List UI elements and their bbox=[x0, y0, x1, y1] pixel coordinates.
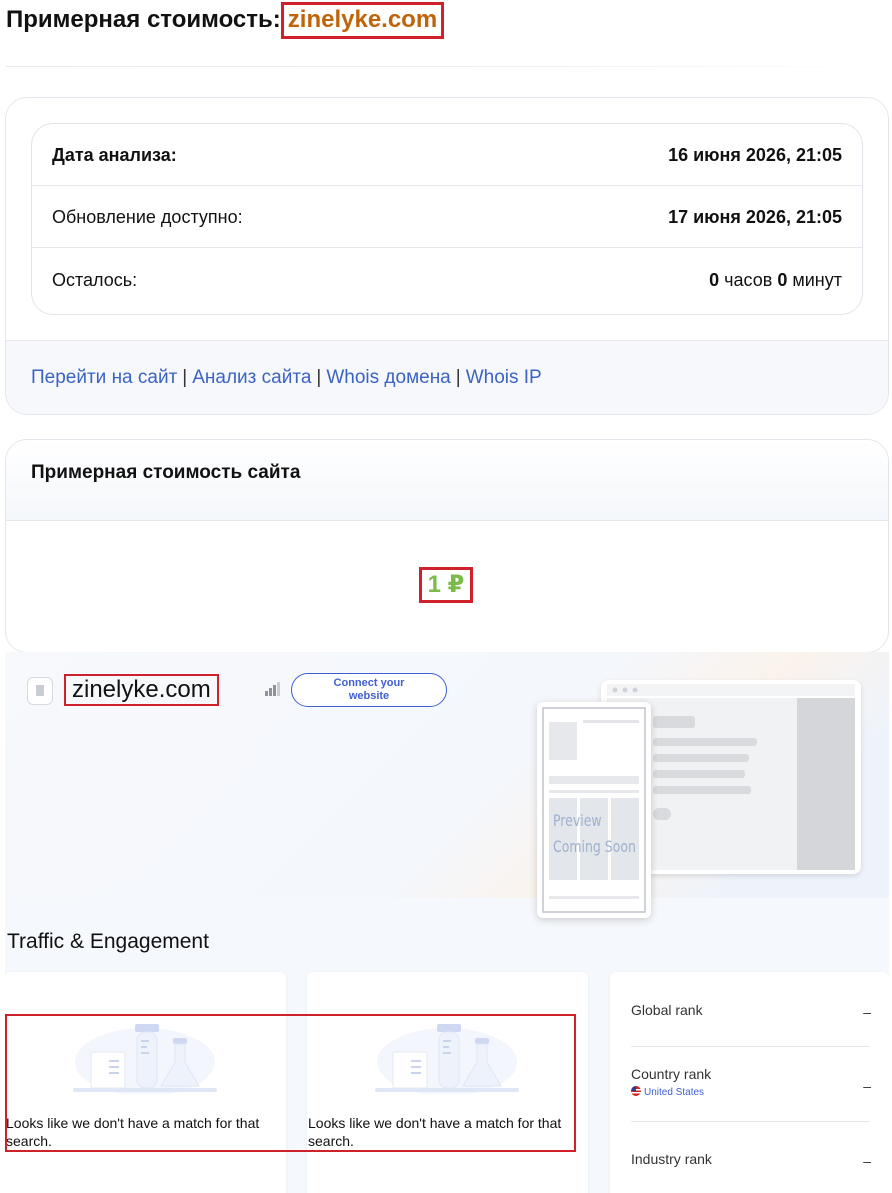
update-available-label: Обновление доступно: bbox=[52, 207, 243, 227]
favicon-icon bbox=[27, 677, 53, 705]
remaining-minutes: 0 bbox=[777, 270, 788, 290]
industry-rank-value: – bbox=[863, 1153, 871, 1169]
whois-ip-link[interactable]: Whois IP bbox=[466, 367, 542, 388]
preview-line1: Preview bbox=[553, 811, 602, 830]
update-available-row: Обновление доступно: 17 июня 2026, 21:05 bbox=[32, 186, 862, 248]
country-rank-label: Country rank bbox=[631, 1066, 712, 1082]
analysis-date-row: Дата анализа: 16 июня 2026, 21:05 bbox=[32, 124, 862, 186]
country-selector[interactable]: United States bbox=[631, 1086, 704, 1098]
rank-divider bbox=[631, 1046, 869, 1047]
page-title: Примерная стоимость: zinelyke.com bbox=[6, 2, 445, 39]
whois-domain-link[interactable]: Whois домена bbox=[326, 367, 450, 388]
preview-coming-soon-text: Preview Coming Soon bbox=[553, 808, 636, 860]
global-rank-label: Global rank bbox=[631, 1002, 703, 1018]
connect-website-button[interactable]: Connect your website bbox=[291, 673, 447, 707]
widget-site-name: zinelyke.com bbox=[64, 674, 219, 706]
site-analysis-link[interactable]: Анализ сайта bbox=[192, 367, 311, 388]
rank-divider bbox=[631, 1121, 869, 1122]
analysis-date-value: 16 июня 2026, 21:05 bbox=[668, 145, 842, 165]
link-separator: | bbox=[316, 367, 322, 388]
empty-results-illustration bbox=[73, 1024, 217, 1094]
preview-line2: Coming Soon bbox=[553, 837, 636, 856]
traffic-panel-1: Looks like we don't have a match for tha… bbox=[5, 972, 286, 1193]
estimate-card-header: Примерная стоимость сайта bbox=[6, 440, 888, 521]
industry-rank-label: Industry rank bbox=[631, 1151, 712, 1167]
page-title-prefix: Примерная стоимость: bbox=[6, 6, 281, 33]
ranks-panel: Global rank – Country rank – United Stat… bbox=[610, 972, 889, 1193]
estimate-card-title: Примерная стоимость сайта bbox=[31, 462, 301, 483]
site-links: Перейти на сайт | Анализ сайта | Whois домен… bbox=[31, 367, 542, 389]
traffic-engagement-title: Traffic & Engagement bbox=[7, 930, 209, 953]
time-remaining-label: Осталось: bbox=[52, 270, 138, 290]
empty-results-illustration bbox=[375, 1024, 519, 1094]
link-separator: | bbox=[182, 367, 188, 388]
connect-button-line2: website bbox=[348, 690, 390, 702]
analysis-card: Дата анализа: 16 июня 2026, 21:05 Обновл… bbox=[5, 97, 889, 415]
traffic-panel-2: Looks like we don't have a match for tha… bbox=[307, 972, 588, 1193]
analysis-date-label: Дата анализа: bbox=[52, 145, 177, 165]
remaining-minutes-unit: минут bbox=[792, 270, 842, 290]
mobile-preview-mockup: Preview Coming Soon bbox=[537, 702, 651, 918]
country-rank-row: Country rank – United States bbox=[631, 1066, 871, 1114]
us-flag-icon bbox=[631, 1086, 641, 1096]
global-rank-row: Global rank – bbox=[631, 1002, 871, 1050]
global-rank-value: – bbox=[863, 1004, 871, 1020]
signal-bars-icon bbox=[265, 682, 281, 696]
update-available-value: 17 июня 2026, 21:05 bbox=[668, 207, 842, 227]
estimate-card: Примерная стоимость сайта 1 ₽ bbox=[5, 439, 889, 653]
widget-hero: zinelyke.com Connect your website Previe… bbox=[5, 652, 889, 918]
go-to-site-link[interactable]: Перейти на сайт bbox=[31, 367, 177, 388]
industry-rank-row: Industry rank – bbox=[631, 1151, 871, 1193]
remaining-hours-unit: часов bbox=[724, 270, 773, 290]
time-remaining-value: 0 часов 0 минут bbox=[709, 249, 842, 311]
time-remaining-row: Осталось: 0 часов 0 минут bbox=[32, 249, 862, 311]
page-title-domain: zinelyke.com bbox=[280, 2, 445, 39]
site-links-strip: Перейти на сайт | Анализ сайта | Whois домен… bbox=[6, 340, 888, 414]
title-divider bbox=[6, 66, 882, 67]
country-name: United States bbox=[644, 1087, 705, 1098]
traffic-widget: zinelyke.com Connect your website Previe… bbox=[5, 652, 889, 1193]
link-separator: | bbox=[455, 367, 461, 388]
no-match-message: Looks like we don't have a match for tha… bbox=[6, 1115, 260, 1149]
analysis-info-table: Дата анализа: 16 июня 2026, 21:05 Обновл… bbox=[31, 123, 863, 315]
connect-button-line1: Connect your bbox=[333, 677, 405, 689]
no-match-message: Looks like we don't have a match for tha… bbox=[308, 1115, 562, 1149]
remaining-hours: 0 bbox=[709, 270, 720, 290]
estimated-price: 1 ₽ bbox=[419, 567, 473, 603]
country-rank-value: – bbox=[863, 1078, 871, 1094]
